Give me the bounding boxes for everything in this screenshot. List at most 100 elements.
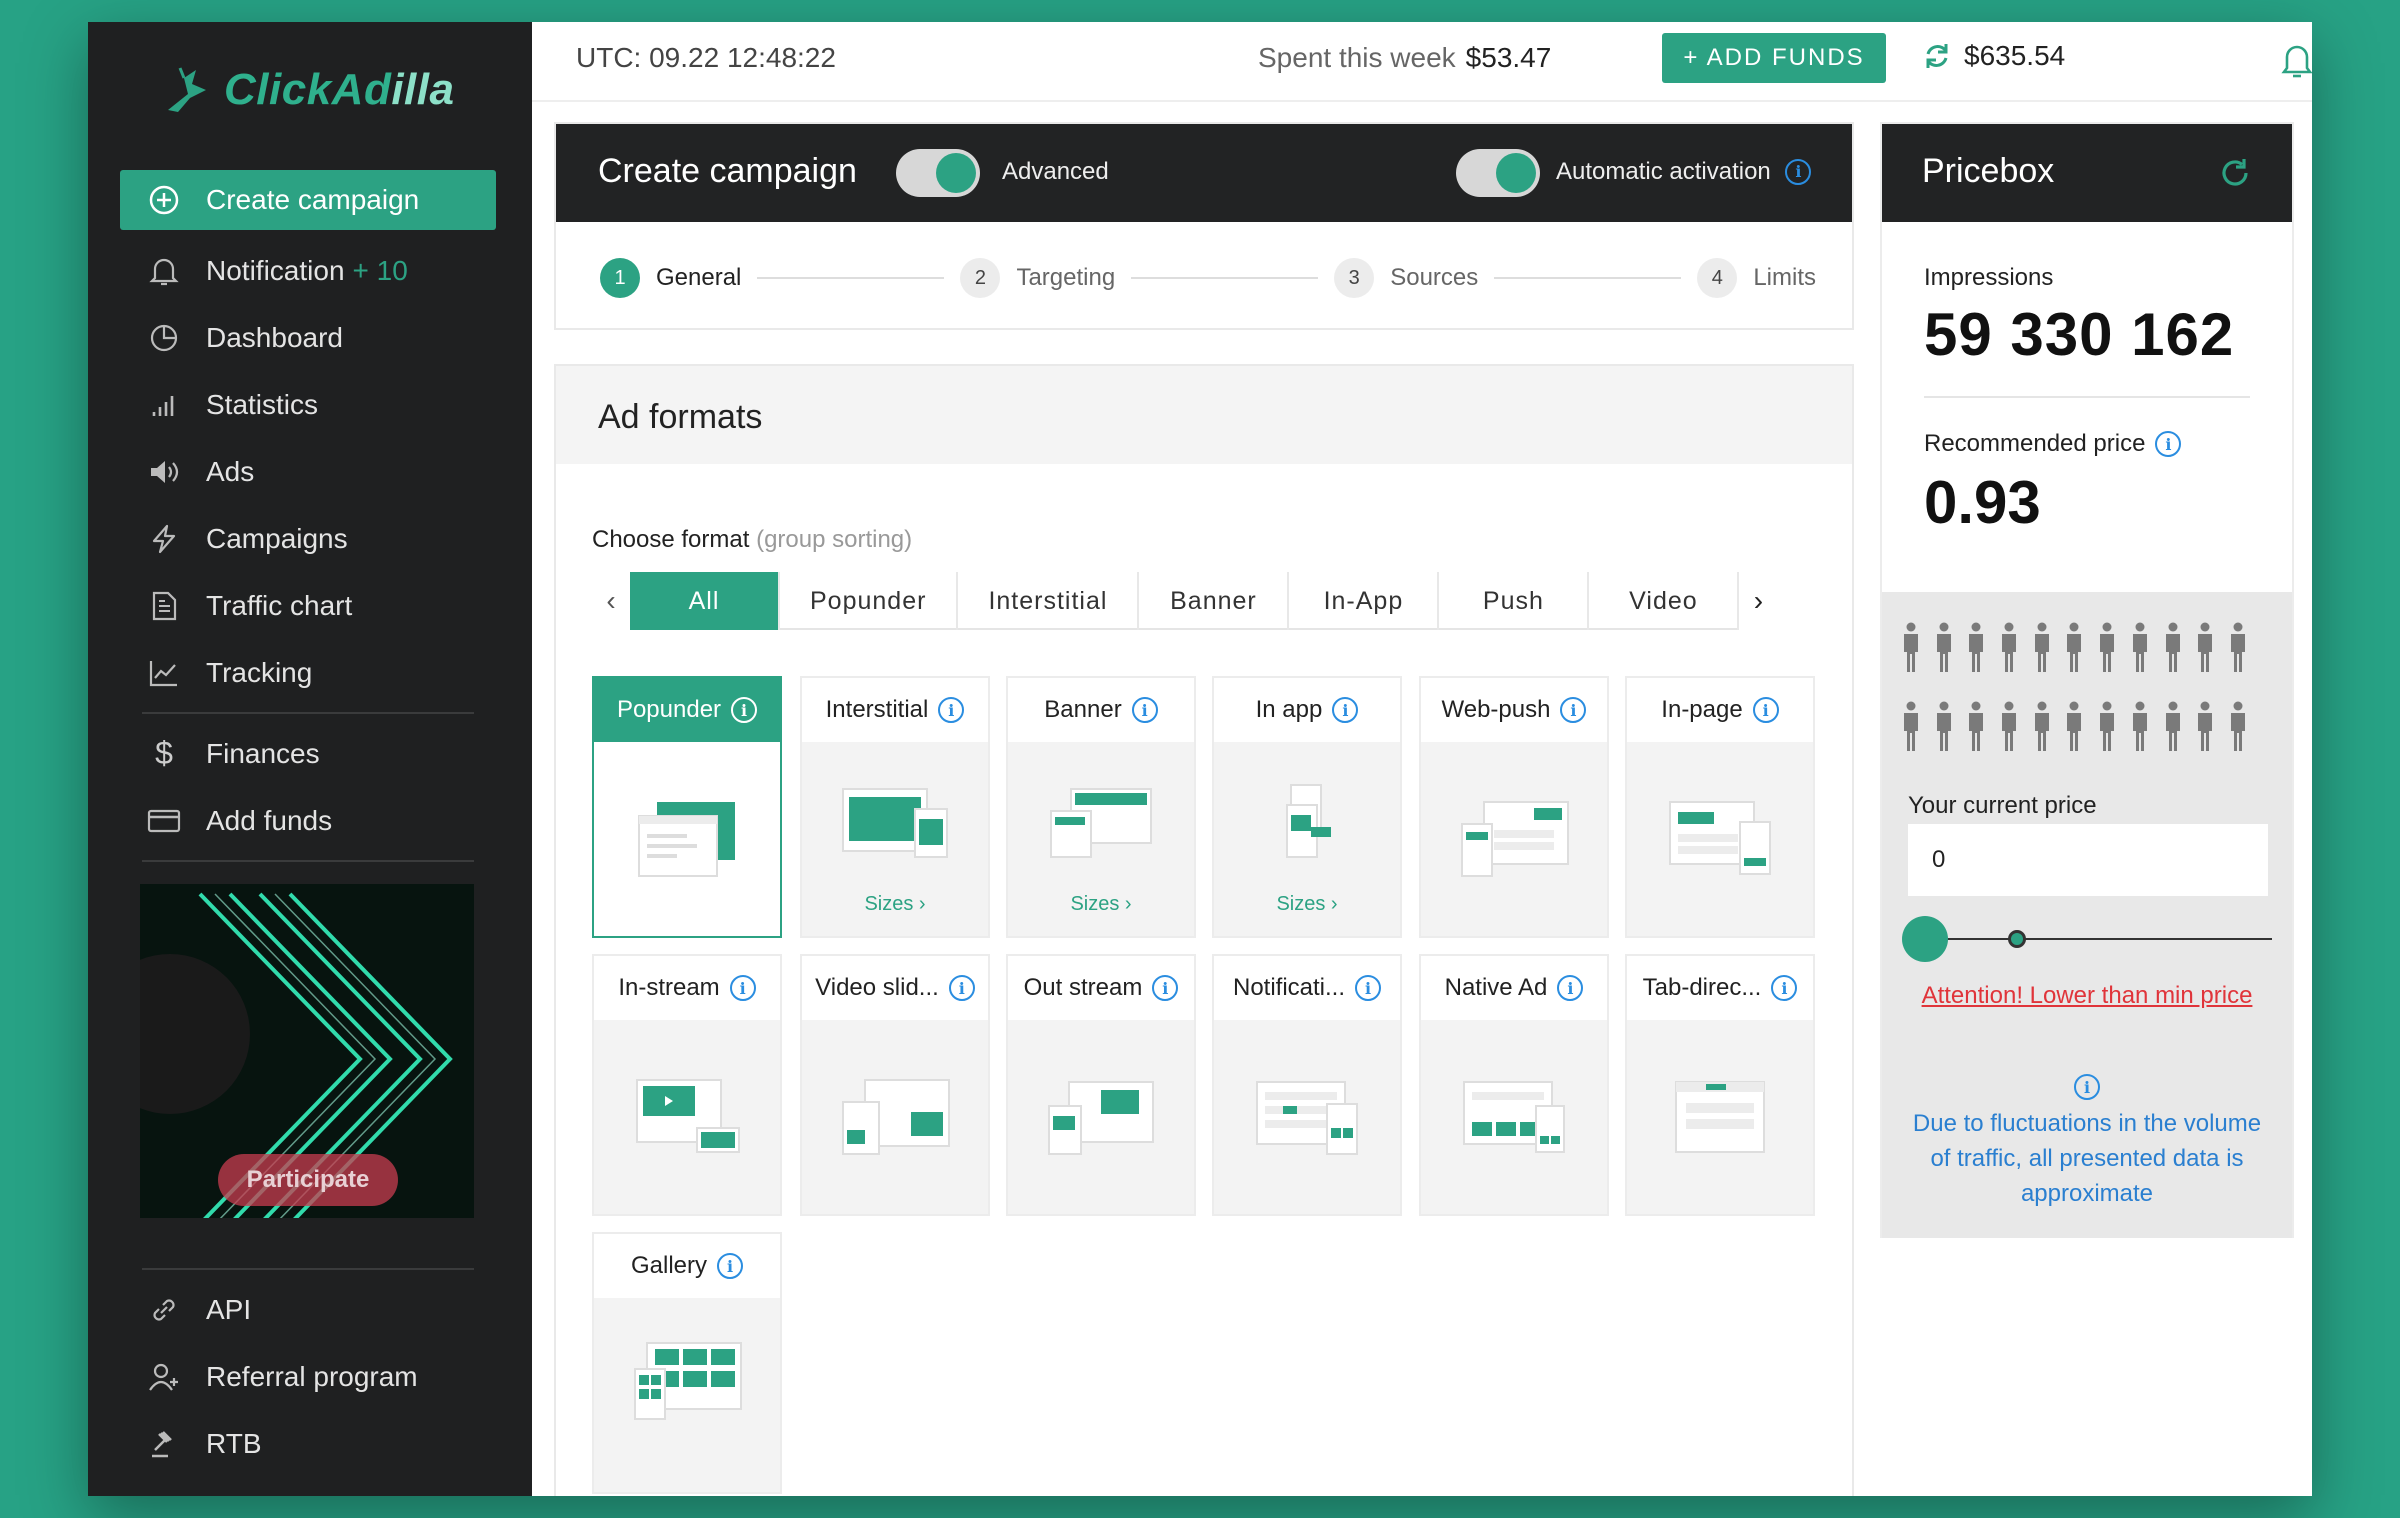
tab-list: All Popunder Interstitial Banner In-App … <box>630 572 1740 630</box>
sidebar-item-label: Add funds <box>206 804 333 836</box>
info-icon[interactable]: i <box>717 1253 744 1279</box>
step-limits[interactable]: 4 Limits <box>1697 258 1816 298</box>
sizes-link[interactable]: Sizes › <box>1214 893 1400 916</box>
format-card-body <box>594 1298 780 1492</box>
sidebar-item-statistics[interactable]: Statistics <box>120 371 496 438</box>
format-card-video-slider[interactable]: Video slid... i <box>800 954 990 1216</box>
format-card-header: In app i <box>1214 678 1400 742</box>
format-card-popunder[interactable]: Popunder i <box>592 676 782 938</box>
info-icon[interactable]: i <box>731 697 758 723</box>
info-icon[interactable]: i <box>1557 975 1584 1001</box>
step-label: Limits <box>1753 264 1816 291</box>
add-funds-button[interactable]: + ADD FUNDS <box>1662 33 1886 83</box>
format-card-tab-direct[interactable]: Tab-direc... i <box>1625 954 1815 1216</box>
step-targeting[interactable]: 2 Targeting <box>960 258 1115 298</box>
tab-video[interactable]: Video <box>1589 572 1740 630</box>
page-title: Create campaign <box>598 152 857 190</box>
tab-all[interactable]: All <box>630 572 780 630</box>
format-card-body <box>1421 742 1607 936</box>
format-card-label: Native Ad <box>1444 974 1548 1001</box>
sidebar-item-finances[interactable]: $ Finances <box>120 720 496 787</box>
format-card-web-push[interactable]: Web-push i <box>1419 676 1609 938</box>
info-icon[interactable]: i <box>1560 697 1587 723</box>
pricebox-refresh-icon[interactable] <box>2218 156 2252 195</box>
format-card-interstitial[interactable]: Interstitial i Sizes › <box>800 676 990 938</box>
step-sources[interactable]: 3 Sources <box>1334 258 1478 298</box>
info-icon[interactable]: i <box>1752 697 1779 723</box>
sizes-link[interactable]: Sizes › <box>1008 893 1194 916</box>
format-card-label: In-stream <box>618 974 720 1001</box>
info-icon[interactable]: i <box>729 975 756 1001</box>
sizes-link[interactable]: Sizes › <box>802 893 988 916</box>
format-card-label: Interstitial <box>825 696 929 723</box>
sidebar-item-ads[interactable]: Ads <box>120 438 496 505</box>
sidebar-item-create-campaign[interactable]: Create campaign <box>120 170 496 230</box>
sidebar-item-rtb[interactable]: RTB <box>120 1410 496 1477</box>
advanced-toggle[interactable] <box>896 149 980 197</box>
tab-banner[interactable]: Banner <box>1139 572 1290 630</box>
tab-in-app[interactable]: In-App <box>1289 572 1440 630</box>
sidebar-item-add-funds[interactable]: Add funds <box>120 787 496 854</box>
tab-popunder[interactable]: Popunder <box>780 572 959 630</box>
info-icon[interactable]: i <box>1785 158 1812 185</box>
approximate-data-note: Due to fluctuations in the volume of tra… <box>1912 1110 2262 1207</box>
balance[interactable]: $635.54 <box>1922 40 2065 72</box>
format-card-gallery[interactable]: Gallery i <box>592 1232 782 1494</box>
format-card-out-stream[interactable]: Out stream i <box>1006 954 1196 1216</box>
sidebar-item-campaigns[interactable]: Campaigns <box>120 505 496 572</box>
out-stream-illustration-icon <box>1048 1081 1154 1155</box>
format-card-header: Notificati... i <box>1214 956 1400 1020</box>
sidebar-item-dashboard[interactable]: Dashboard <box>120 304 496 371</box>
tabs-next-arrow-icon[interactable]: › <box>1739 585 1777 617</box>
price-estimator: Your current price Attention! Lower than… <box>1882 592 2292 1238</box>
tabs-prev-arrow-icon[interactable]: ‹ <box>592 585 630 617</box>
create-campaign-panel: Create campaign Advanced Automatic activ… <box>554 122 1854 330</box>
format-card-in-stream[interactable]: In-stream i <box>592 954 782 1216</box>
price-slider[interactable] <box>1902 916 2272 962</box>
format-card-header: In-page i <box>1627 678 1813 742</box>
info-icon[interactable]: i <box>1771 975 1798 1001</box>
logo[interactable]: ClickAdilla <box>162 64 454 116</box>
format-card-body <box>1008 1020 1194 1214</box>
info-icon[interactable]: i <box>1332 697 1359 723</box>
format-card-label: Notificati... <box>1232 974 1346 1001</box>
person-icon <box>1965 622 1998 679</box>
pricebox-title: Pricebox <box>1922 152 2055 190</box>
ad-formats-panel: Ad formats Choose format (group sorting)… <box>554 364 1854 1496</box>
sidebar-item-tracking[interactable]: Tracking <box>120 639 496 706</box>
sidebar-item-label: RTB <box>206 1427 262 1459</box>
min-price-warning[interactable]: Attention! Lower than min price <box>1882 982 2292 1010</box>
automatic-activation-toggle[interactable] <box>1456 149 1540 197</box>
info-icon[interactable]: i <box>1131 697 1158 723</box>
info-icon[interactable]: i <box>1152 975 1179 1001</box>
format-card-banner[interactable]: Banner i Sizes › <box>1006 676 1196 938</box>
format-card-notification[interactable]: Notificati... i <box>1212 954 1402 1216</box>
format-card-native-ad[interactable]: Native Ad i <box>1419 954 1609 1216</box>
web-push-illustration-icon <box>1461 801 1569 877</box>
pricebox-panel: Pricebox Impressions 59 330 162 Recommen… <box>1880 122 2294 1238</box>
sidebar-item-referral-program[interactable]: Referral program <box>120 1343 496 1410</box>
tab-interstitial[interactable]: Interstitial <box>958 572 1140 630</box>
current-price-input[interactable] <box>1908 824 2268 896</box>
format-card-header: In-stream i <box>594 956 780 1020</box>
sidebar-item-notification[interactable]: Notification + 10 <box>120 237 496 304</box>
sidebar-divider <box>142 1268 474 1270</box>
slider-thumb[interactable] <box>1902 916 1948 962</box>
step-general[interactable]: 1 General <box>600 258 741 298</box>
notifications-bell-icon[interactable] <box>2280 40 2312 85</box>
participate-button[interactable]: Participate <box>218 1154 398 1206</box>
info-icon[interactable]: i <box>948 975 975 1001</box>
tab-direct-illustration-icon <box>1675 1081 1765 1153</box>
sidebar-item-traffic-chart[interactable]: Traffic chart <box>120 572 496 639</box>
notification-count-badge: + 10 <box>352 254 408 286</box>
format-card-in-app[interactable]: In app i Sizes › <box>1212 676 1402 938</box>
info-icon[interactable]: i <box>2155 431 2182 457</box>
info-icon[interactable]: i <box>1355 975 1382 1001</box>
step-number: 4 <box>1697 258 1738 298</box>
promo-banner[interactable]: Participate <box>140 884 474 1218</box>
format-card-in-page[interactable]: In-page i <box>1625 676 1815 938</box>
tab-push[interactable]: Push <box>1439 572 1590 630</box>
info-icon[interactable]: i <box>938 697 965 723</box>
sidebar-item-api[interactable]: API <box>120 1276 496 1343</box>
sidebar-bottom-nav: API Referral program RTB <box>120 1262 496 1477</box>
